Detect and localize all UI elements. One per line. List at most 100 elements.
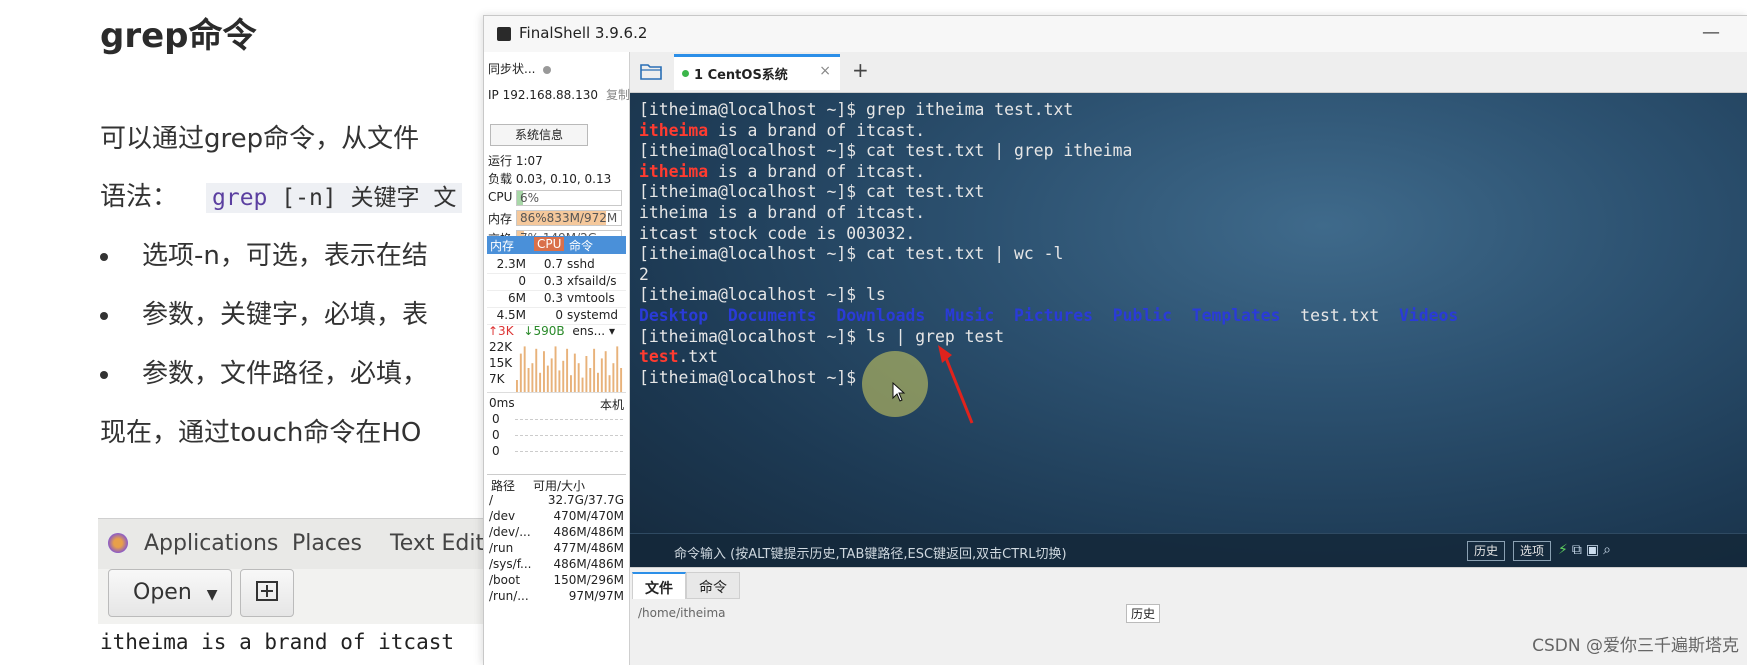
minimize-button[interactable]: —	[1702, 22, 1720, 43]
paste-icon[interactable]: ▣	[1586, 542, 1603, 558]
download-speed: ↓590B	[523, 324, 565, 338]
doc-bullet: 选项-n，可选，表示在结	[100, 235, 428, 272]
syntax-label: 语法：	[100, 182, 179, 212]
network-bar	[558, 370, 561, 392]
network-bar	[543, 351, 545, 392]
red-arrow-annotation-icon	[938, 345, 974, 424]
process-row[interactable]: 4.5M 0 systemd	[487, 307, 626, 325]
net-y-label: 7K	[489, 372, 505, 386]
network-bar	[550, 358, 553, 392]
uptime: 运行 1:07	[488, 154, 543, 168]
connected-dot-icon	[682, 70, 689, 77]
document-plus-icon	[256, 581, 278, 601]
disk-table-header[interactable]: 路径 可用/大小	[487, 474, 626, 493]
ping-panel: 0ms 本机 0 0 0	[487, 392, 626, 463]
syntax-args: [-n] 关键字 文	[267, 185, 457, 211]
network-bar	[519, 353, 522, 392]
gedit-text-line: itheima is a brand of itcast	[100, 630, 455, 654]
copy-icon[interactable]: ⧉	[1572, 542, 1586, 558]
network-bar	[581, 377, 584, 392]
doc-title: grep命令	[100, 16, 257, 56]
process-table-header[interactable]: 内存 CPU 命令	[487, 236, 626, 254]
disk-row[interactable]: /sys/f... 486M/486M	[487, 557, 626, 573]
window-title: FinalShell 3.9.6.2	[519, 24, 648, 42]
ping-label: 0ms	[489, 396, 515, 410]
monitor-panel: 同步状... IP 192.168.88.130 复制 系统信息 运行 1:07 …	[484, 52, 630, 665]
process-row[interactable]: 0 0.3 xfsaild/s	[487, 273, 626, 291]
network-bar	[600, 358, 603, 392]
system-info-button[interactable]: 系统信息	[490, 124, 588, 146]
terminal-output: [itheima@localhost ~]$ grep itheima test…	[639, 100, 1459, 387]
network-bar	[566, 348, 569, 392]
cpu-meter: 6%	[516, 190, 622, 206]
terminal-tools: ⚡⧉▣⌕	[1558, 542, 1615, 558]
doc-bullet: 参数，关键字，必填，表	[100, 294, 428, 331]
disk-row[interactable]: /run 477M/486M	[487, 541, 626, 557]
open-button[interactable]: Open ▼	[108, 569, 232, 617]
mouse-pointer-icon	[892, 382, 906, 402]
tab-files[interactable]: 文件	[632, 572, 686, 599]
memory-label: 内存	[488, 212, 513, 226]
process-row[interactable]: 6M 0.3 vmtools	[487, 290, 626, 308]
doc-bullet: 参数，文件路径，必填，	[100, 353, 428, 390]
ping-value: 0	[492, 428, 500, 442]
network-bar	[546, 365, 549, 392]
add-tab-button[interactable]: +	[852, 58, 869, 82]
process-row[interactable]: 2.3M 0.7 sshd	[487, 256, 626, 274]
tab-commands[interactable]: 命令	[686, 572, 740, 599]
tab-centos[interactable]: 1 CentOS系统 ×	[674, 54, 840, 90]
menu-applications[interactable]: Applications	[144, 531, 278, 556]
network-bar	[612, 363, 615, 392]
terminal[interactable]: [itheima@localhost ~]$ grep itheima test…	[630, 93, 1747, 567]
cpu-label: CPU	[488, 190, 513, 204]
new-document-button[interactable]	[240, 569, 294, 617]
network-interface-select[interactable]: ens...	[572, 324, 605, 338]
network-bar	[577, 363, 580, 392]
ping-host: 本机	[599, 398, 624, 412]
menu-places[interactable]: Places	[292, 531, 362, 556]
command-input-hint: 命令输入 (按ALT键提示历史,TAB键路径,ESC键返回,双击CTRL切换)	[674, 547, 1067, 562]
network-bar	[527, 368, 530, 392]
network-chart	[516, 346, 623, 392]
gedit-toolbar: Open ▼	[98, 569, 498, 624]
app-logo-icon	[497, 27, 511, 41]
disk-row[interactable]: /dev 470M/470M	[487, 509, 626, 525]
gedit-menubar: Applications Places Text Edito	[98, 518, 498, 570]
chevron-down-icon: ▼	[206, 587, 218, 603]
disk-row[interactable]: /dev/... 486M/486M	[487, 525, 626, 541]
folder-icon[interactable]	[640, 62, 662, 80]
search-icon[interactable]: ⌕	[1603, 542, 1615, 558]
load-average: 负载 0.03, 0.10, 0.13	[488, 172, 612, 186]
disk-row[interactable]: /boot 150M/296M	[487, 573, 626, 589]
doc-syntax: 语法： grep [-n] 关键字 文	[100, 176, 463, 213]
watermark: CSDN @爱你三千遍斯塔克	[1532, 636, 1739, 656]
sync-status: 同步状...	[488, 60, 552, 77]
net-y-label: 22K	[489, 340, 513, 354]
network-bar	[620, 368, 623, 392]
network-bar	[589, 368, 592, 392]
lightning-icon[interactable]: ⚡	[1558, 542, 1572, 558]
close-tab-icon[interactable]: ×	[819, 63, 831, 79]
syntax-cmd: grep	[212, 185, 268, 211]
network-bar	[516, 380, 518, 392]
path-history-button[interactable]: 历史	[1126, 604, 1161, 623]
syntax-code: grep [-n] 关键字 文	[206, 183, 463, 213]
history-button[interactable]: 历史	[1467, 541, 1506, 561]
copy-ip-link[interactable]: 复制	[606, 88, 630, 102]
network-bar	[585, 356, 588, 392]
disk-row[interactable]: /32.7G/37.7G	[487, 493, 626, 509]
title-bar: FinalShell 3.9.6.2 —	[484, 16, 1747, 52]
current-path[interactable]: /home/itheima	[638, 606, 726, 620]
net-y-label: 15K	[489, 356, 513, 370]
network-bar	[562, 360, 565, 392]
menu-text-editor[interactable]: Text Edito	[390, 531, 498, 556]
chevron-down-icon[interactable]: ▾	[609, 324, 615, 338]
options-button[interactable]: 选项	[1513, 541, 1552, 561]
network-bar	[616, 346, 619, 392]
network-speed: ↑3K ↓590B ens... ▾	[488, 324, 626, 338]
command-input-bar[interactable]: 命令输入 (按ALT键提示历史,TAB键路径,ESC键返回,双击CTRL切换) …	[630, 533, 1747, 567]
upload-speed: ↑3K	[488, 324, 514, 338]
session-tab-bar: 1 CentOS系统 × +	[630, 52, 1747, 93]
disk-row[interactable]: /run/... 97M/97M	[487, 589, 626, 605]
network-bar	[539, 372, 542, 392]
